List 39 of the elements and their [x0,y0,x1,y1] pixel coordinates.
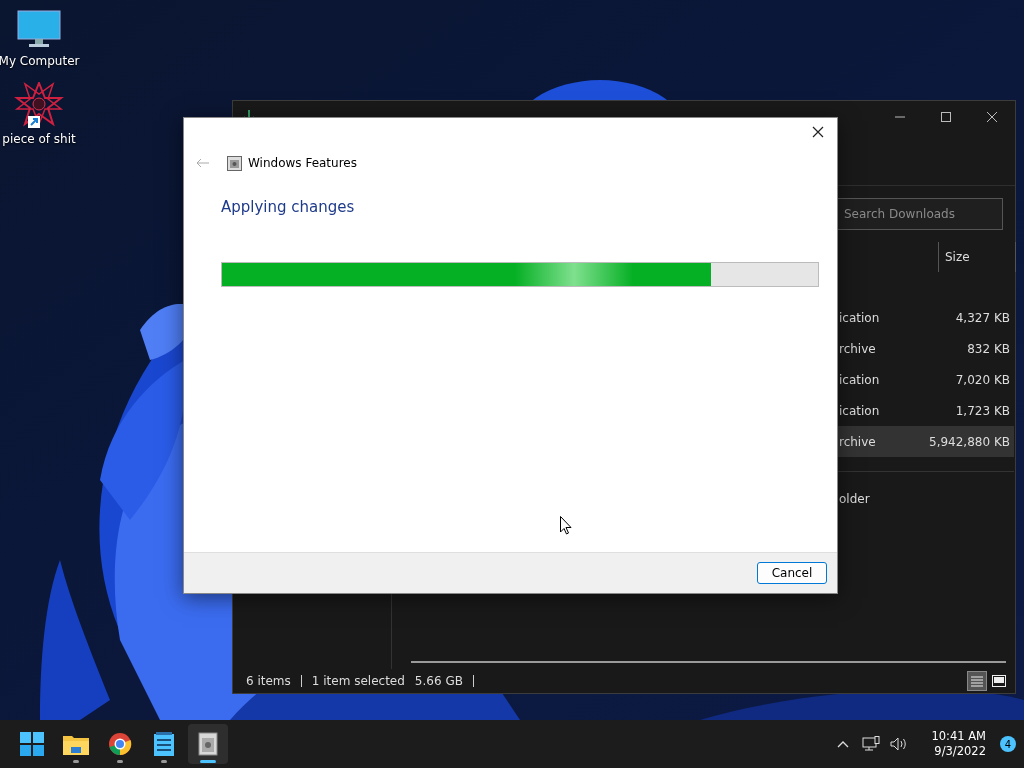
preview-pane-icon [992,675,1006,687]
size-cell-text: 832 KB [966,341,1011,356]
selection-info: 1 item selected [311,674,405,688]
size-cell-text: 7,020 KB [954,372,1011,387]
close-icon [812,126,824,138]
features-box-icon [198,732,218,756]
clock[interactable]: 10:41 AM 9/3/2022 [931,729,986,759]
close-icon [987,112,997,122]
item-count: 6 items [246,674,291,688]
notification-badge[interactable]: 4 [1000,736,1016,752]
size-cell-text: 5,942,880 KB [929,434,1011,449]
column-header[interactable]: Size [938,242,1016,272]
notepad-icon [154,732,174,756]
dialog-title: Windows Features [248,156,357,170]
type-cell-text: ication [839,372,881,387]
type-cell-text: older [839,492,871,506]
desktop-icon-label[interactable]: piece of shit [2,132,76,146]
star-pattern-icon [14,82,64,128]
browser-icon [108,732,132,756]
taskbar-app-button[interactable] [188,724,228,764]
windows-logo-icon [20,732,44,756]
status-heading: Applying changes [221,198,356,216]
features-box-icon [227,155,242,171]
size-cell-text: 4,327 KB [954,310,1011,325]
monitor-icon [17,10,61,50]
mouse-pointer-icon [560,516,572,535]
back-arrow-icon [196,158,210,168]
type-cell-text: ication [839,310,881,325]
list-lines-icon [970,675,984,687]
folder-icon [63,733,89,755]
type-cell-text: rchive [839,341,877,356]
type-cell-text: rchive [839,434,877,449]
search-field[interactable]: Search Downloads [835,198,1003,230]
type-cell-text: ication [839,403,881,418]
cancel-button[interactable]: Cancel [757,562,827,584]
desktop-icon-label[interactable]: My Computer [0,54,80,68]
selection-size: 5.66 GB [414,674,463,688]
maximize-icon [941,112,951,122]
size-cell-text: 1,723 KB [954,403,1011,418]
